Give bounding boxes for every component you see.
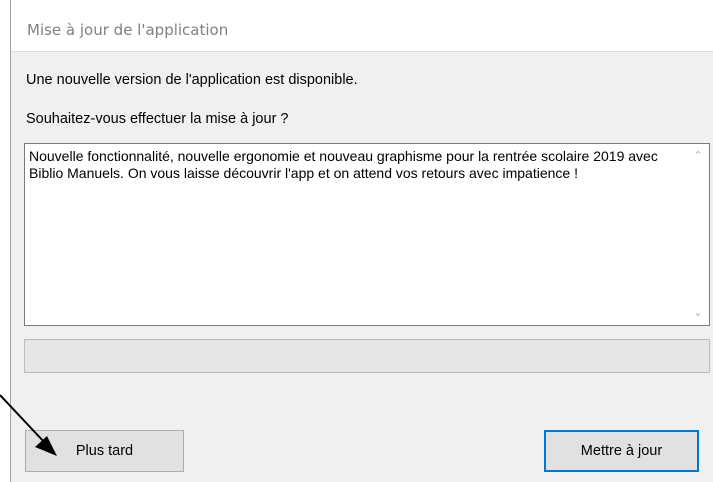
chevron-up-icon[interactable]: ⌃	[692, 150, 704, 162]
update-question: Souhaitez-vous effectuer la mise à jour …	[26, 111, 289, 127]
update-dialog: Mise à jour de l'application Une nouvell…	[10, 0, 713, 482]
dialog-titlebar: Mise à jour de l'application	[11, 0, 713, 52]
release-notes-scrollbar[interactable]: ⌃ ⌄	[687, 144, 709, 325]
release-notes-text: Nouvelle fonctionnalité, nouvelle ergono…	[29, 148, 658, 181]
chevron-down-icon[interactable]: ⌄	[692, 307, 704, 319]
update-button[interactable]: Mettre à jour	[544, 430, 699, 472]
later-button[interactable]: Plus tard	[25, 430, 184, 472]
release-notes-textbox[interactable]: Nouvelle fonctionnalité, nouvelle ergono…	[24, 143, 710, 326]
update-progress-bar	[24, 339, 710, 373]
dialog-title: Mise à jour de l'application	[27, 21, 229, 39]
new-version-message: Une nouvelle version de l'application es…	[26, 72, 358, 88]
